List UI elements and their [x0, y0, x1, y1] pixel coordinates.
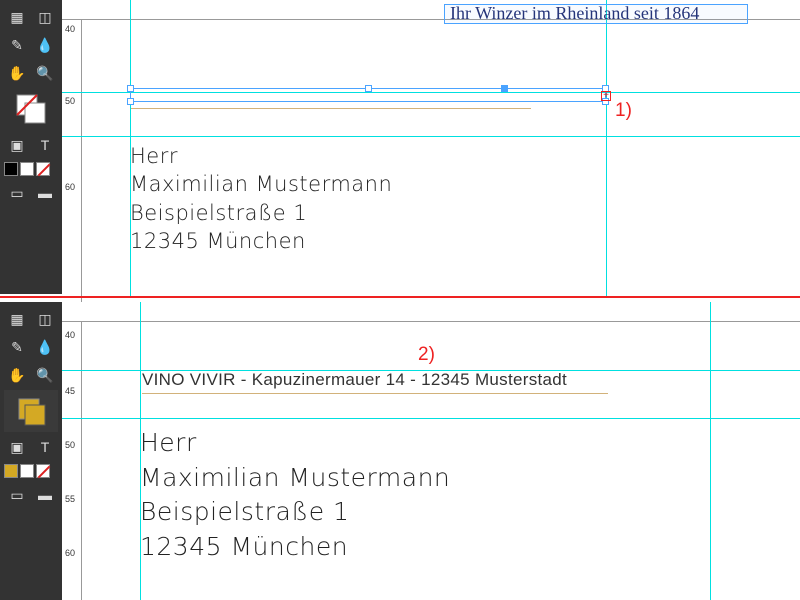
view-mode-preview-icon[interactable]: ▬	[32, 180, 58, 206]
hand-tool-icon[interactable]: ✋	[4, 362, 30, 388]
eyedropper-tool-icon[interactable]: 💧	[32, 334, 58, 360]
format-container-icon[interactable]: ▣	[4, 434, 30, 460]
view-mode-normal-icon[interactable]: ▭	[4, 180, 30, 206]
ruler-tick-label: 55	[65, 494, 75, 504]
hand-tool-icon[interactable]: ✋	[4, 60, 30, 86]
type-tool-icon[interactable]: T	[32, 132, 58, 158]
ruler-tick-label: 40	[65, 330, 75, 340]
address-line: Herr	[140, 426, 450, 461]
ruler-tick-label: 50	[65, 96, 75, 106]
guide-vertical[interactable]	[710, 302, 711, 600]
ruler-tick-label: 40	[65, 24, 75, 34]
view-mode-normal-icon[interactable]: ▭	[4, 482, 30, 508]
swatch-none[interactable]	[36, 162, 50, 176]
ruler-tick-label: 45	[65, 386, 75, 396]
direct-select-tool-icon[interactable]: ◫	[32, 4, 58, 30]
address-line: Beispielstraße 1	[140, 495, 450, 530]
view-mode-preview-icon[interactable]: ▬	[32, 482, 58, 508]
swatch-none[interactable]	[36, 464, 50, 478]
address-block[interactable]: Herr Maximilian Mustermann Beispielstraß…	[140, 426, 450, 564]
address-line: 12345 München	[140, 530, 450, 565]
zoom-tool-icon[interactable]: 🔍	[32, 362, 58, 388]
address-line: 12345 München	[130, 227, 392, 255]
swatch-black[interactable]	[4, 162, 18, 176]
ruler-tick-label: 60	[65, 182, 75, 192]
selected-text-frame[interactable]: +	[130, 88, 606, 102]
overset-text-icon[interactable]: +	[601, 91, 611, 101]
direct-select-tool-icon[interactable]: ◫	[32, 306, 58, 332]
anchor-handle[interactable]	[501, 85, 508, 92]
color-swatch-row	[4, 462, 58, 480]
guide-horizontal[interactable]	[62, 418, 800, 419]
ruler-tick-label: 60	[65, 548, 75, 558]
sender-line[interactable]: VINO VIVIR - Kapuzinermauer 14 - 12345 M…	[142, 370, 567, 390]
type-tool-icon[interactable]: T	[32, 434, 58, 460]
zoom-tool-icon[interactable]: 🔍	[32, 60, 58, 86]
selection-tool-icon[interactable]: ▦	[4, 306, 30, 332]
fill-stroke-swap-icon[interactable]	[4, 390, 58, 432]
annotation-label: 1)	[615, 100, 632, 122]
address-block[interactable]: Herr Maximilian Mustermann Beispielstraß…	[130, 142, 392, 255]
selection-tool-icon[interactable]: ▦	[4, 4, 30, 30]
tagline-text: Ihr Winzer im Rheinland seit 1864	[450, 3, 699, 24]
tool-panel-top: ▦ ◫ ✎ 💧 ✋ 🔍 ▣ T ▭ ▬	[0, 0, 62, 294]
swatch-white[interactable]	[20, 162, 34, 176]
fill-stroke-swap-icon[interactable]	[4, 88, 58, 130]
vertical-ruler: 40 50 60 40 45 50 55 60	[62, 0, 82, 600]
address-line: Maximilian Mustermann	[130, 170, 392, 198]
guide-vertical[interactable]	[606, 0, 607, 296]
tool-panel-bottom: ▦ ◫ ✎ 💧 ✋ 🔍 ▣ T ▭ ▬	[0, 302, 62, 600]
annotation-label: 2)	[418, 344, 435, 366]
ruler-tick-label: 50	[65, 440, 75, 450]
pen-tool-icon[interactable]: ✎	[4, 32, 30, 58]
address-line: Beispielstraße 1	[130, 199, 392, 227]
eyedropper-tool-icon[interactable]: 💧	[32, 32, 58, 58]
resize-handle[interactable]	[127, 98, 134, 105]
frame-underline	[131, 108, 531, 109]
address-line: Herr	[130, 142, 392, 170]
resize-handle[interactable]	[365, 85, 372, 92]
swatch-white[interactable]	[20, 464, 34, 478]
horizontal-ruler-bottom	[62, 302, 800, 322]
pen-tool-icon[interactable]: ✎	[4, 334, 30, 360]
swatch-yellow[interactable]	[4, 464, 18, 478]
address-line: Maximilian Mustermann	[140, 461, 450, 496]
color-swatch-row	[4, 160, 58, 178]
comparison-divider	[0, 296, 800, 298]
guide-horizontal[interactable]	[62, 136, 800, 137]
sender-underline	[142, 393, 608, 394]
resize-handle[interactable]	[127, 85, 134, 92]
format-container-icon[interactable]: ▣	[4, 132, 30, 158]
